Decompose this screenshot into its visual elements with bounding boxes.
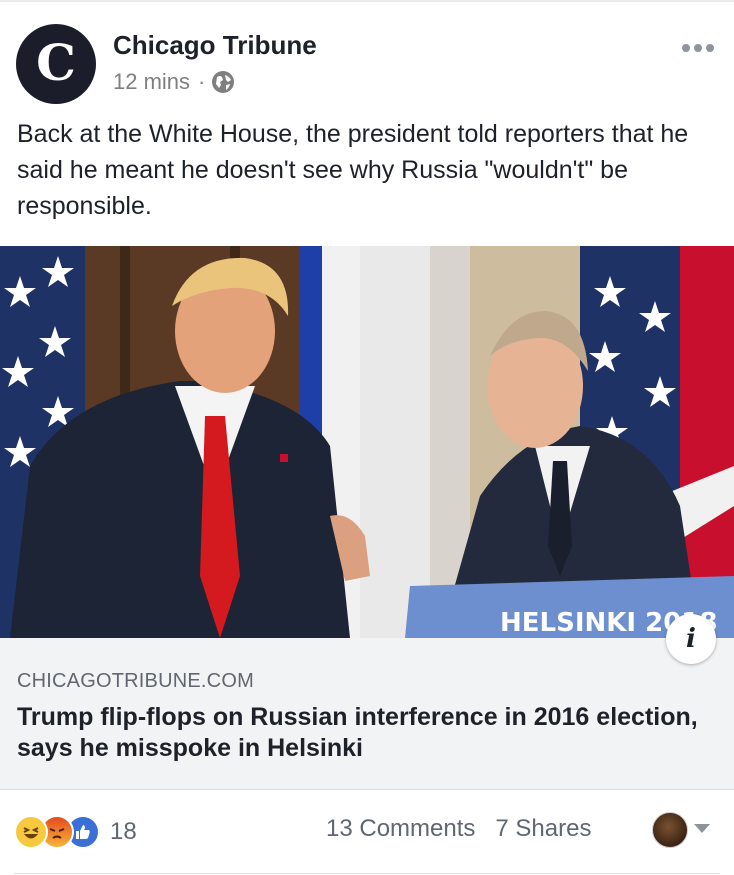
post-timestamp[interactable]: 12 mins (113, 69, 190, 95)
chevron-down-icon[interactable] (694, 824, 710, 833)
more-dot (706, 44, 714, 52)
page-name[interactable]: Chicago Tribune (113, 30, 317, 61)
more-dot (682, 44, 690, 52)
info-button[interactable]: i (666, 614, 716, 664)
engagement-stats: 13 Comments 7 Shares (326, 815, 591, 843)
meta-separator: · (198, 69, 206, 94)
more-dot (694, 44, 702, 52)
comments-count[interactable]: 13 Comments (326, 815, 475, 843)
link-domain: CHICAGOTRIBUNE.COM (17, 670, 254, 692)
shares-count[interactable]: 7 Shares (495, 815, 591, 843)
bottom-divider (14, 873, 720, 874)
avatar-logo: C (36, 33, 76, 92)
post-meta: 12 mins · (113, 69, 235, 95)
reaction-count: 18 (110, 818, 137, 845)
reactions-summary[interactable]: 18 (14, 815, 137, 849)
link-preview[interactable]: CHICAGOTRIBUNE.COM Trump flip-flops on R… (0, 638, 734, 790)
top-divider (0, 0, 734, 2)
more-options-icon[interactable] (682, 44, 714, 52)
photo-illustration: HELSINKI 2018 (0, 246, 734, 638)
link-title[interactable]: Trump flip-flops on Russian interference… (17, 702, 707, 764)
info-icon: i (686, 624, 696, 654)
post-photo[interactable]: HELSINKI 2018 (0, 246, 734, 638)
page-avatar[interactable]: C (16, 24, 96, 104)
globe-icon[interactable] (211, 70, 235, 94)
haha-icon (14, 815, 48, 849)
profile-avatar-icon[interactable] (652, 812, 688, 848)
post-text: Back at the White House, the president t… (17, 120, 689, 220)
